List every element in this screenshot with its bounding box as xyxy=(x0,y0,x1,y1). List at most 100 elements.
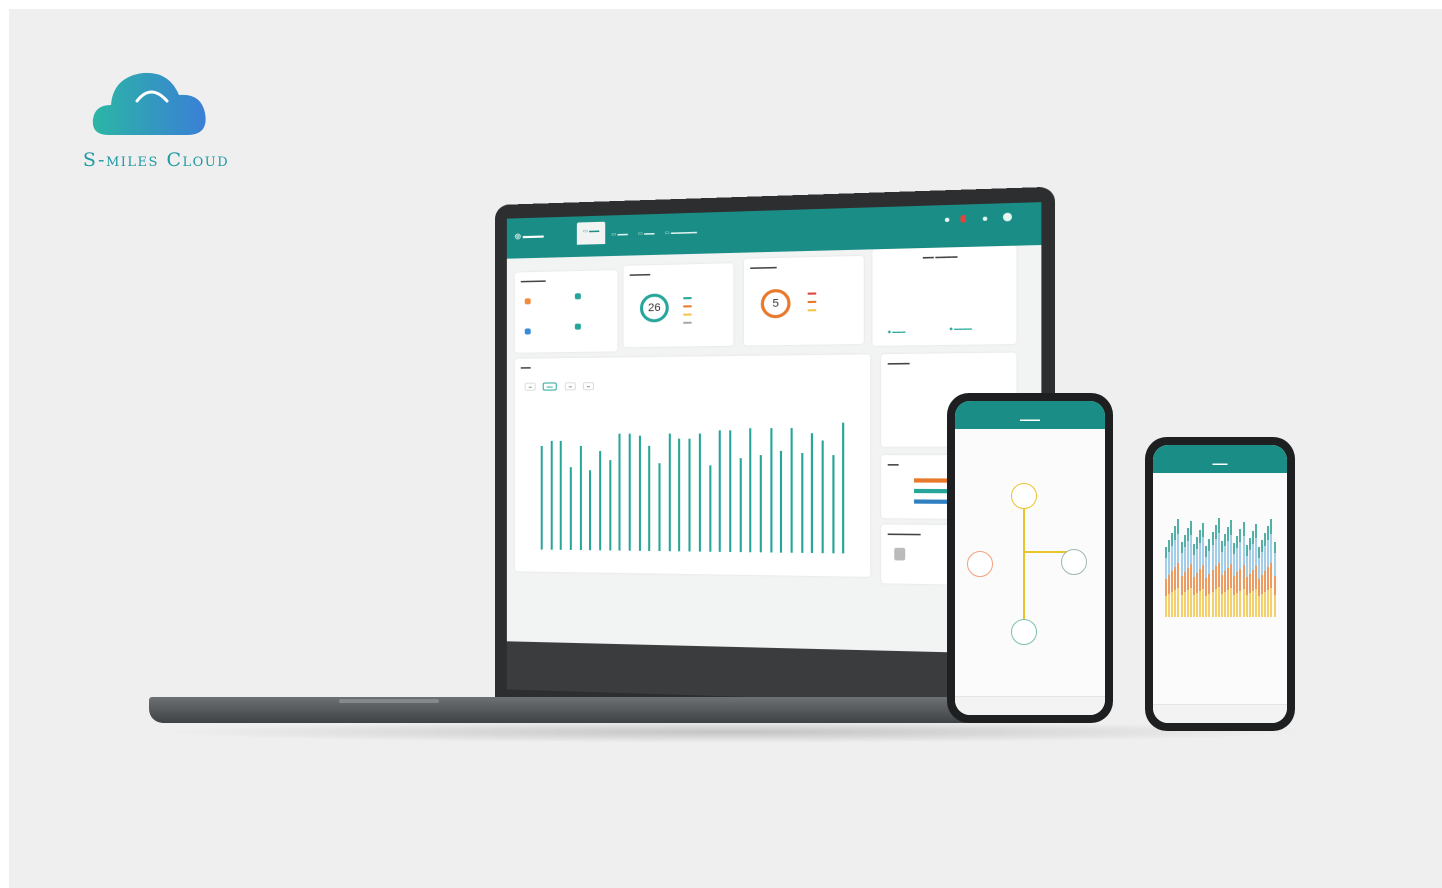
stacked-bar-segment xyxy=(1223,571,1226,593)
status-bar xyxy=(955,401,1105,411)
stacked-bar-segment xyxy=(1251,569,1254,592)
stacked-bar-segment xyxy=(1186,528,1189,542)
legend-swatch xyxy=(683,297,692,300)
stacked-bar-segment xyxy=(1180,542,1183,554)
stacked-bar-segment xyxy=(1236,536,1239,549)
card-title: ▬▬ xyxy=(887,461,899,468)
nav-logo[interactable]: ◎ ▬▬▬ xyxy=(515,232,544,241)
alarm-icon[interactable] xyxy=(960,215,967,223)
chart-bar xyxy=(628,433,631,551)
stacked-bar-segment xyxy=(1261,574,1264,594)
stacked-bar-segment xyxy=(1214,525,1217,539)
stacked-bar-segment xyxy=(1248,549,1251,574)
pv-node-icon[interactable] xyxy=(967,551,993,577)
stacked-bar-segment xyxy=(1264,545,1267,571)
legend-swatch xyxy=(807,309,817,312)
stacked-bar-segment xyxy=(1165,557,1167,579)
stacked-bar-segment xyxy=(1264,591,1267,617)
range-total-button[interactable]: ▬ xyxy=(582,382,595,391)
stacked-bar-segment xyxy=(1205,595,1208,617)
chart-bar xyxy=(688,438,691,552)
add-plant-link[interactable]: ◆ ▬▬▬ xyxy=(888,329,906,335)
stacked-bar-segment xyxy=(1192,544,1195,555)
chart-bar xyxy=(550,440,553,550)
stacked-bar-segment xyxy=(1254,524,1257,538)
bottom-tab-bar[interactable] xyxy=(955,696,1105,715)
stacked-bar-segment xyxy=(1270,587,1273,617)
stacked-bar-segment xyxy=(1242,536,1245,565)
stacked-bar-segment xyxy=(1261,540,1264,552)
stacked-bar-segment xyxy=(1186,590,1189,617)
settings-icon[interactable] xyxy=(982,216,988,221)
stacked-bar-segment xyxy=(1245,545,1248,556)
stacked-bar-segment xyxy=(1177,587,1180,617)
nav-tab[interactable]: ▭ ▬▬▬▬▬ xyxy=(665,229,697,236)
bottom-tab-bar[interactable] xyxy=(1153,704,1287,723)
flow-line xyxy=(1023,551,1067,553)
stacked-bar-segment xyxy=(1196,549,1198,573)
chart-bar xyxy=(811,433,814,554)
phone-power-flow: ▬▬▬▬ xyxy=(947,393,1113,723)
stacked-bar-segment xyxy=(1208,593,1211,617)
stacked-bar-segment xyxy=(1227,540,1229,568)
chart-bar xyxy=(618,433,621,551)
stacked-bar-segment xyxy=(1217,532,1220,563)
stacked-bar-segment xyxy=(1192,554,1195,577)
stacked-bar-segment xyxy=(1211,544,1214,571)
stacked-bar-segment xyxy=(1202,588,1205,617)
stacked-bar-segment xyxy=(1183,592,1186,617)
history-chart-card: ▬▬ ▬ ▬▬ ▬ ▬ xyxy=(514,354,871,577)
stacked-bar-segment xyxy=(1174,566,1177,590)
stacked-bar-segment xyxy=(1168,593,1171,617)
legend-swatch xyxy=(683,321,692,324)
gauge-value: 26 xyxy=(648,301,661,315)
battery-node-icon[interactable] xyxy=(1011,619,1037,645)
stacked-bar-segment xyxy=(1273,594,1276,617)
stacked-bar-segment xyxy=(1214,538,1217,567)
search-icon[interactable] xyxy=(944,217,950,223)
stacked-bar-segment xyxy=(1233,594,1236,617)
range-year-button[interactable]: ▬ xyxy=(564,382,576,391)
real-time-alarm-card: ▬▬▬▬▬ 5 xyxy=(743,255,864,346)
nav-tab[interactable]: ▭ ▬▬ xyxy=(611,231,627,238)
stacked-bar-segment xyxy=(1171,570,1174,592)
stacked-bar-segment xyxy=(1251,591,1254,617)
nav-tab[interactable]: ▭ ▬▬ xyxy=(638,230,655,237)
plant-count-gauge: 26 xyxy=(639,293,669,323)
user-management-link[interactable]: ◆ ▬▬▬▬ xyxy=(949,325,971,331)
chart-bar xyxy=(658,462,661,552)
stacked-bar-segment xyxy=(1242,564,1245,589)
battery-icon xyxy=(574,323,581,330)
stacked-bar-segment xyxy=(1223,592,1226,617)
nav-tab-active[interactable]: ▭ ▬▬ xyxy=(576,221,606,245)
phone-screen: ▬▬▬ xyxy=(1153,445,1287,723)
user-avatar-icon[interactable] xyxy=(1002,212,1012,222)
range-month-button[interactable]: ▬▬ xyxy=(542,382,557,391)
stacked-bar-segment xyxy=(1239,590,1242,617)
home-node-icon[interactable] xyxy=(1061,549,1087,575)
stacked-bar-segment xyxy=(1254,589,1257,617)
stacked-bar-segment xyxy=(1220,552,1223,576)
stacked-bar-segment xyxy=(1217,518,1220,533)
stacked-bar-segment xyxy=(1254,565,1257,590)
stacked-bar-segment xyxy=(1174,539,1177,567)
stacked-bar-segment xyxy=(1208,550,1211,575)
chart-bar xyxy=(739,457,742,553)
stacked-bar-segment xyxy=(1168,540,1171,552)
card-title: ▬▬▬▬▬ xyxy=(750,264,777,272)
stacked-bar-segment xyxy=(1251,543,1254,570)
chart-bar xyxy=(769,428,773,553)
stacked-bar-segment xyxy=(1242,522,1245,537)
status-bar xyxy=(1153,445,1287,455)
stacked-bar-segment xyxy=(1273,575,1276,595)
stacked-bar-segment xyxy=(1239,542,1242,569)
stacked-bar-segment xyxy=(1171,533,1174,546)
factory-icon xyxy=(894,547,906,561)
range-day-button[interactable]: ▬ xyxy=(524,382,536,391)
chart-bar xyxy=(790,428,793,553)
stacked-bar-segment xyxy=(1258,547,1260,558)
card-title: ▬▬▬▬ xyxy=(629,271,651,278)
stacked-bar-segment xyxy=(1248,593,1251,617)
stacked-bar-segment xyxy=(1220,541,1223,553)
grid-node-icon[interactable] xyxy=(1011,483,1037,509)
